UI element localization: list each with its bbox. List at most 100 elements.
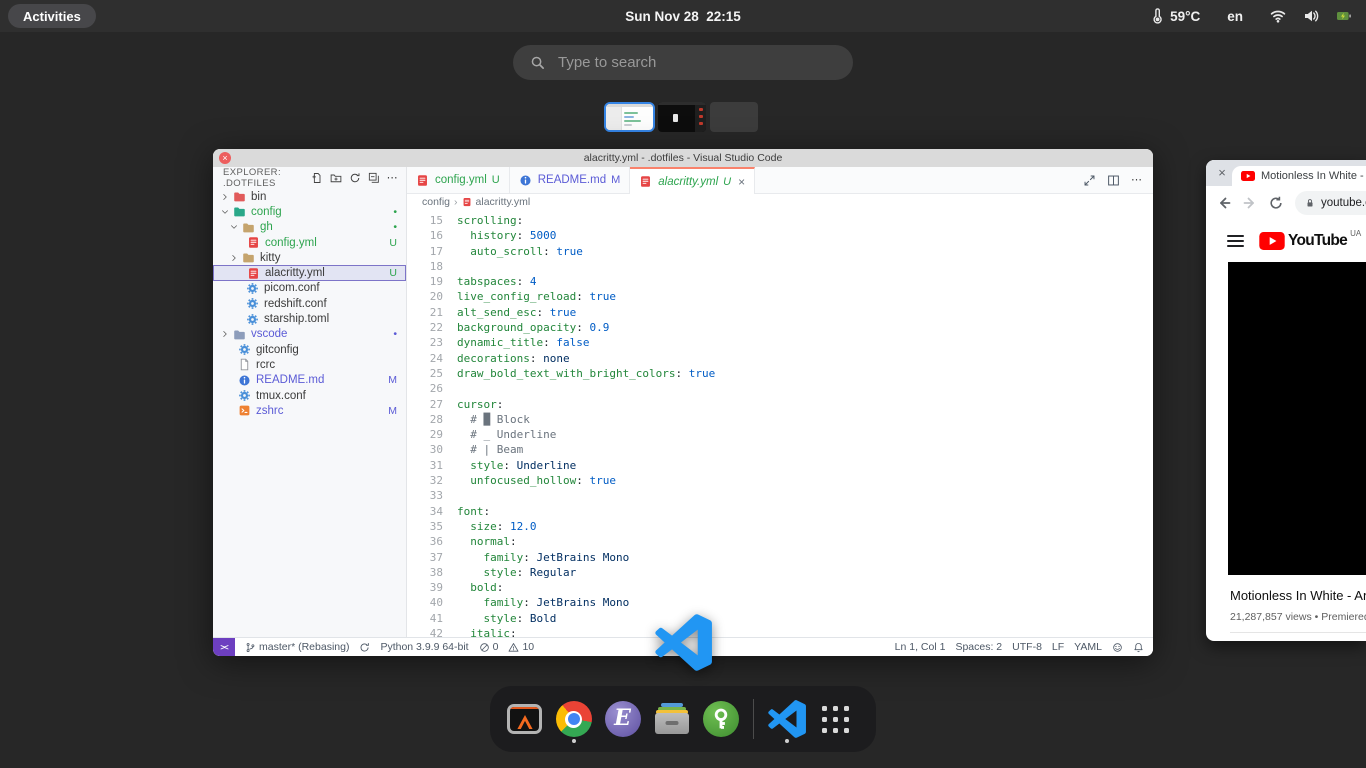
explorer-item-kitty[interactable]: kitty: [213, 250, 406, 265]
gear-icon: [246, 312, 260, 326]
dock-item-alacritty[interactable]: [500, 686, 549, 752]
thermometer-icon: [1149, 8, 1165, 24]
explorer-item-gitconfig[interactable]: gitconfig: [213, 342, 406, 357]
explorer-item-tmux-conf[interactable]: tmux.conf: [213, 388, 406, 403]
url-text: youtube.com/wa: [1321, 197, 1366, 209]
video-player[interactable]: [1228, 262, 1366, 575]
system-status-area[interactable]: 59°C en: [1149, 0, 1352, 32]
vscode-app-icon-badge[interactable]: [655, 614, 712, 671]
running-indicator: [572, 739, 576, 743]
more-actions-icon[interactable]: ⋯: [387, 172, 398, 184]
show-apps-icon: [822, 706, 849, 733]
vscode-window[interactable]: × alacritty.yml - .dotfiles - Visual Stu…: [213, 149, 1153, 656]
chrome-active-tab[interactable]: Motionless In White -: [1232, 166, 1366, 186]
chrome-toolbar: youtube.com/wa: [1206, 186, 1366, 220]
dock-item-archive-manager[interactable]: [647, 686, 696, 752]
code-line: 41 style: Bold: [407, 611, 1153, 626]
forward-icon[interactable]: [1242, 195, 1258, 211]
explorer-item-starship-toml[interactable]: starship.toml: [213, 311, 406, 326]
status-feedback[interactable]: [1112, 642, 1123, 653]
workspace-thumbnail-1[interactable]: [604, 102, 655, 132]
chrome-tab-strip: × Motionless In White -: [1206, 160, 1366, 186]
code-line: 28 # █ Block: [407, 412, 1153, 427]
search-placeholder: Type to search: [558, 54, 656, 71]
explorer-item-config[interactable]: config•: [213, 204, 406, 219]
explorer-item-zshrc[interactable]: zshrcM: [213, 403, 406, 418]
status-eol[interactable]: LF: [1052, 641, 1064, 653]
breadcrumb-item-alacritty-yml[interactable]: alacritty.yml: [476, 196, 531, 208]
item-label: config: [251, 206, 282, 218]
collapse-folders-icon[interactable]: [368, 172, 380, 184]
battery-charging-icon: [1336, 8, 1352, 24]
new-folder-icon[interactable]: [330, 172, 342, 184]
line-text: dynamic_title: false: [457, 335, 589, 350]
status-problems-errors[interactable]: 0: [479, 641, 499, 653]
dock-item-vscode[interactable]: [762, 686, 811, 752]
line-text: scrolling:: [457, 213, 523, 228]
editor-tab-alacritty-yml[interactable]: alacritty.ymlU×: [630, 167, 755, 194]
line-text: unfocused_hollow: true: [457, 473, 616, 488]
mini-sidebar: [606, 107, 622, 130]
archive-manager-icon: [654, 703, 690, 735]
keyboard-layout[interactable]: en: [1227, 9, 1243, 24]
explorer-item-config-yml[interactable]: config.ymlU: [213, 235, 406, 250]
clock[interactable]: Sun Nov 28 22:15: [625, 0, 741, 32]
status-indentation[interactable]: Spaces: 2: [955, 641, 1002, 653]
status-language-mode[interactable]: YAML: [1074, 641, 1102, 653]
search-field[interactable]: Type to search: [513, 45, 853, 80]
hamburger-menu-icon[interactable]: [1227, 235, 1244, 247]
line-number: 24: [407, 351, 457, 366]
new-file-icon[interactable]: [311, 172, 323, 184]
window-close-button[interactable]: ×: [219, 152, 231, 164]
refresh-explorer-icon[interactable]: [349, 172, 361, 184]
close-tab-icon[interactable]: ×: [1214, 165, 1230, 181]
shell-icon: [238, 404, 252, 418]
workspace-thumbnail-3-empty[interactable]: [710, 102, 758, 132]
status-remote-indicator[interactable]: ><: [213, 638, 235, 656]
dock-item-chrome[interactable]: [549, 686, 598, 752]
explorer-item-gh[interactable]: gh•: [213, 220, 406, 235]
editor-tab-config-yml[interactable]: config.ymlU: [407, 167, 510, 193]
explorer-item-alacritty-yml[interactable]: alacritty.ymlU: [213, 265, 406, 280]
dock-item-passwords[interactable]: [696, 686, 745, 752]
status-encoding[interactable]: UTF-8: [1012, 641, 1042, 653]
status-problems-warnings[interactable]: 10: [508, 641, 534, 653]
editor-tab-readme-md[interactable]: README.mdM: [510, 167, 631, 193]
line-number: 27: [407, 397, 457, 412]
status-notifications[interactable]: [1133, 642, 1144, 653]
line-number: 37: [407, 550, 457, 565]
status-python-version[interactable]: Python 3.9.9 64-bit: [380, 641, 468, 653]
workspace-thumbnail-2[interactable]: [658, 102, 706, 132]
close-tab-icon[interactable]: ×: [738, 175, 745, 189]
youtube-logo[interactable]: YouTube UA: [1259, 232, 1361, 250]
activities-button[interactable]: Activities: [8, 4, 96, 28]
vscode-titlebar[interactable]: × alacritty.yml - .dotfiles - Visual Stu…: [213, 149, 1153, 167]
explorer-item-redshift-conf[interactable]: redshift.conf: [213, 296, 406, 311]
chrome-window[interactable]: × Motionless In White - youtube.com/wa Y…: [1206, 160, 1366, 641]
editor-more-actions-icon[interactable]: ⋯: [1131, 174, 1142, 186]
status-git-branch[interactable]: master* (Rebasing): [245, 641, 349, 653]
explorer-item-readme-md[interactable]: README.mdM: [213, 373, 406, 388]
status-sync-button[interactable]: [359, 642, 370, 653]
yaml-icon: [247, 266, 261, 280]
breadcrumb-item-config[interactable]: config: [422, 196, 450, 208]
item-label: redshift.conf: [264, 298, 327, 310]
line-number: 25: [407, 366, 457, 381]
status-cursor-position[interactable]: Ln 1, Col 1: [895, 641, 946, 653]
reload-icon[interactable]: [1268, 195, 1284, 211]
open-changes-icon[interactable]: [1083, 174, 1096, 187]
top-bar: Activities Sun Nov 28 22:15 59°C en: [0, 0, 1366, 32]
address-bar[interactable]: youtube.com/wa: [1295, 191, 1366, 215]
item-label: kitty: [260, 252, 280, 264]
explorer-item-bin[interactable]: bin: [213, 189, 406, 204]
dock-item-emacs[interactable]: E: [598, 686, 647, 752]
line-number: 35: [407, 519, 457, 534]
split-editor-icon[interactable]: [1107, 174, 1120, 187]
dock-item-show-apps[interactable]: [811, 686, 860, 752]
explorer-item-rcrc[interactable]: rcrc: [213, 357, 406, 372]
back-icon[interactable]: [1216, 195, 1232, 211]
code-editor[interactable]: 15scrolling:16 history: 500017 auto_scro…: [407, 210, 1153, 637]
explorer-item-vscode[interactable]: vscode•: [213, 327, 406, 342]
item-label: README.md: [256, 374, 324, 386]
explorer-item-picom-conf[interactable]: picom.conf: [213, 281, 406, 296]
